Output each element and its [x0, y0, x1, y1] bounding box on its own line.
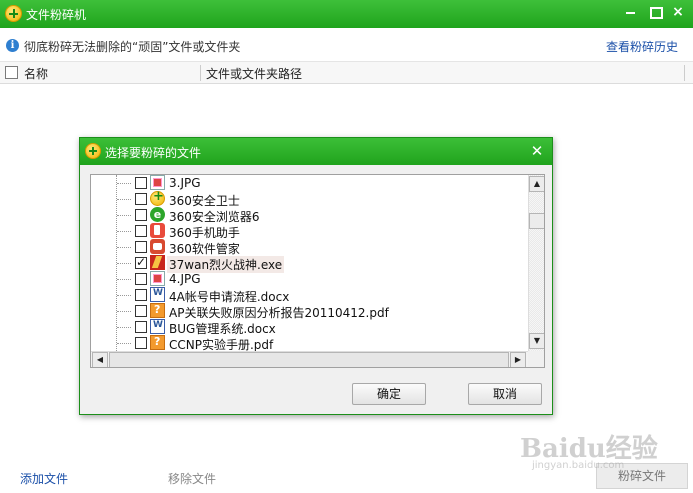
pdf-icon: [150, 335, 165, 350]
info-text: 彻底粉碎无法删除的“顽固”文件或文件夹: [24, 40, 241, 54]
scroll-left-arrow-icon[interactable]: ◀: [92, 352, 108, 367]
360-safe-icon: [150, 189, 165, 206]
dialog-title: 选择要粉碎的文件: [105, 146, 202, 160]
phone-assistant-icon: [150, 223, 165, 238]
ok-button[interactable]: 确定: [352, 383, 426, 405]
image-icon: [150, 271, 165, 286]
tree-item[interactable]: BUG管理系统.docx: [91, 319, 529, 336]
dialog-title-bar: 选择要粉碎的文件 ✕: [80, 138, 552, 165]
tree-item[interactable]: 360手机助手: [91, 223, 529, 240]
tree-connector: [117, 295, 131, 296]
close-button[interactable]: ×: [667, 2, 689, 22]
file-checkbox[interactable]: [135, 289, 147, 301]
file-name: 4.JPG: [169, 272, 201, 286]
word-doc-icon: [150, 287, 165, 302]
software-manager-icon: [150, 239, 165, 254]
scroll-up-arrow-icon[interactable]: ▲: [529, 176, 544, 192]
watermark-url: jingyan.baidu.com: [532, 460, 625, 471]
file-checkbox[interactable]: [135, 209, 147, 221]
maximize-button[interactable]: [644, 2, 666, 22]
file-checkbox[interactable]: [135, 193, 147, 205]
column-header-name[interactable]: 名称: [24, 65, 48, 82]
tree-connector: [117, 199, 131, 200]
file-checkbox[interactable]: [135, 177, 147, 189]
window-title: 文件粉碎机: [26, 8, 87, 22]
tree-connector: [117, 183, 131, 184]
file-checkbox[interactable]: [135, 337, 147, 349]
scroll-right-arrow-icon[interactable]: ▶: [510, 352, 526, 367]
add-file-button[interactable]: 添加文件: [20, 470, 68, 487]
tree-connector: [117, 263, 131, 264]
info-bar: i 彻底粉碎无法删除的“顽固”文件或文件夹 查看粉碎历史: [0, 28, 693, 62]
title-bar: 文件粉碎机 ×: [0, 0, 693, 28]
cancel-button[interactable]: 取消: [468, 383, 542, 405]
select-files-dialog: 选择要粉碎的文件 ✕ 3.JPG 360安全卫士 e 360安全浏览器6 360…: [79, 137, 553, 415]
horizontal-scroll-thumb[interactable]: [109, 352, 509, 367]
pdf-icon: [150, 303, 165, 318]
tree-item[interactable]: 360软件管家: [91, 239, 529, 256]
file-name: 3.JPG: [169, 176, 201, 190]
file-checkbox[interactable]: [135, 321, 147, 333]
tree-item-selected[interactable]: 37wan烈火战神.exe: [91, 255, 529, 273]
app-logo-icon: [85, 143, 101, 159]
scroll-down-arrow-icon[interactable]: ▼: [529, 333, 544, 349]
tree-connector: [117, 215, 131, 216]
column-divider[interactable]: [200, 65, 201, 81]
file-checkbox[interactable]: [135, 241, 147, 253]
tree-item[interactable]: CCNP实验手册.pdf: [91, 335, 529, 352]
tree-connector: [117, 247, 131, 248]
tree-item[interactable]: 4.JPG: [91, 271, 529, 287]
column-header-path[interactable]: 文件或文件夹路径: [206, 65, 302, 82]
vertical-scrollbar[interactable]: ▲ ▼: [528, 175, 544, 351]
column-divider[interactable]: [684, 65, 685, 81]
tree-item[interactable]: AP关联失败原因分析报告20110412.pdf: [91, 303, 529, 320]
app-logo-icon: [5, 5, 22, 22]
select-all-checkbox[interactable]: [5, 66, 18, 79]
image-icon: [150, 175, 165, 190]
dialog-close-button[interactable]: ✕: [528, 141, 546, 161]
file-list-header: 名称 文件或文件夹路径: [0, 62, 693, 84]
exe-icon: [150, 255, 165, 270]
scrollbar-corner: [528, 351, 544, 367]
tree-item[interactable]: 4A帐号申请流程.docx: [91, 287, 529, 304]
tree-item[interactable]: e 360安全浏览器6: [91, 207, 529, 224]
tree-item[interactable]: 360安全卫士: [91, 189, 529, 208]
tree-connector: [117, 327, 131, 328]
file-checkbox[interactable]: [135, 305, 147, 317]
horizontal-scrollbar[interactable]: ◀ ▶: [91, 351, 528, 367]
info-icon: i: [6, 39, 19, 52]
vertical-scroll-thumb[interactable]: [529, 213, 544, 229]
shred-history-link[interactable]: 查看粉碎历史: [606, 38, 678, 55]
browser-icon: e: [150, 207, 165, 222]
remove-file-button[interactable]: 移除文件: [168, 470, 216, 487]
file-checkbox[interactable]: [135, 225, 147, 237]
tree-connector: [117, 343, 131, 344]
tree-connector: [117, 279, 131, 280]
file-checkbox[interactable]: [135, 273, 147, 285]
tree-connector: [117, 231, 131, 232]
file-tree[interactable]: 3.JPG 360安全卫士 e 360安全浏览器6 360手机助手 360软件管…: [90, 174, 545, 368]
minimize-button[interactable]: [620, 2, 642, 22]
file-checkbox-checked[interactable]: [135, 255, 147, 269]
tree-connector: [117, 311, 131, 312]
word-doc-icon: [150, 319, 165, 334]
